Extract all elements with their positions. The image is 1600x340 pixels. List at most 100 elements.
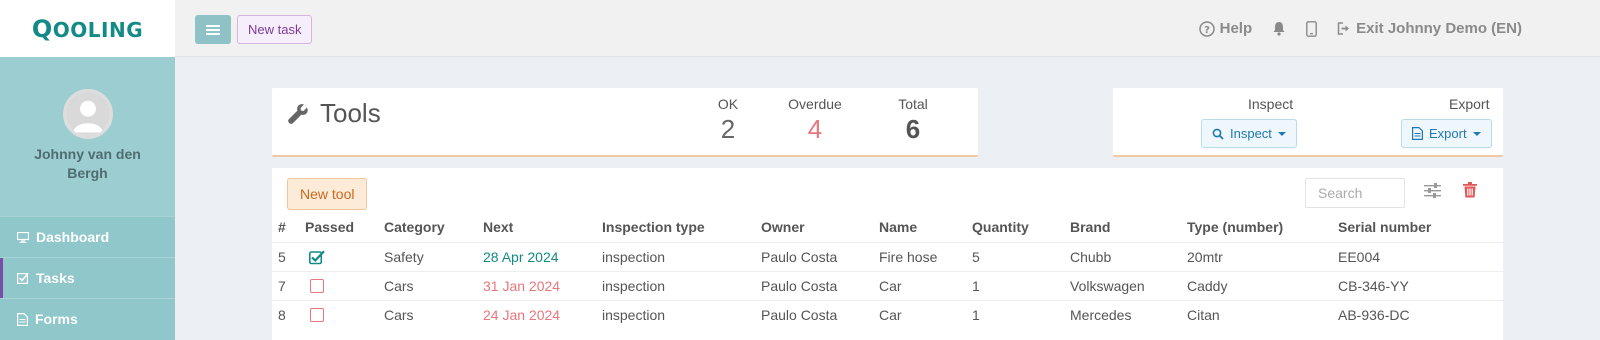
top-right-actions: ? Help Exit Johnny Demo (EN) <box>1198 0 1522 57</box>
user-silhouette-icon <box>65 92 110 136</box>
stat-overdue-label: Overdue <box>788 96 842 112</box>
sidebar-item-label: Tasks <box>36 270 75 286</box>
cell-serial: EE004 <box>1338 249 1381 265</box>
cell-serial: AB-936-DC <box>1338 307 1410 323</box>
table-header-row: # Passed Category Next Inspection type O… <box>272 212 1503 242</box>
search-input[interactable] <box>1305 178 1405 208</box>
logo-area[interactable]: QOOLING <box>0 0 175 57</box>
column-header[interactable]: Brand <box>1070 212 1110 242</box>
search-icon <box>1212 128 1224 140</box>
tools-summary-card: Tools OK 2 Overdue 4 Total 6 <box>272 88 978 157</box>
inspect-button-label: Inspect <box>1230 126 1272 141</box>
cell-inspection-type: inspection <box>602 307 666 323</box>
cell-owner: Paulo Costa <box>761 278 838 294</box>
cell-type: 20mtr <box>1187 249 1223 265</box>
table-row[interactable]: 5 Safety 28 Apr 2024 inspection Paulo Co… <box>272 242 1503 271</box>
cell-name: Car <box>879 307 902 323</box>
avatar[interactable] <box>62 89 113 139</box>
notifications-button[interactable] <box>1272 21 1286 36</box>
exit-label: Exit Johnny Demo (EN) <box>1356 20 1522 37</box>
column-header[interactable]: Serial number <box>1338 212 1431 242</box>
stat-ok: OK 2 <box>708 96 748 145</box>
user-profile: Johnny van den Bergh <box>0 57 175 216</box>
inspect-export-card: Inspect Inspect Export Export <box>1113 88 1503 157</box>
table-row[interactable]: 7 Cars 31 Jan 2024 inspection Paulo Cost… <box>272 271 1503 300</box>
user-name: Johnny van den Bergh <box>34 146 141 181</box>
column-settings-icon[interactable] <box>1424 183 1441 203</box>
app-logo[interactable]: QOOLING <box>32 15 143 43</box>
inspect-header: Inspect <box>1248 96 1294 112</box>
checkbox-icon <box>17 272 29 284</box>
cell-owner: Paulo Costa <box>761 249 838 265</box>
caret-down-icon <box>1277 131 1286 136</box>
cell-id: 5 <box>278 249 286 265</box>
column-header[interactable]: Next <box>483 212 513 242</box>
stat-ok-value[interactable]: 2 <box>708 114 748 145</box>
column-header[interactable]: Passed <box>305 212 354 242</box>
hamburger-icon <box>206 24 220 35</box>
unchecked-checkbox-icon[interactable] <box>310 308 324 322</box>
cell-brand: Volkswagen <box>1070 278 1145 294</box>
column-header[interactable]: Inspection type <box>602 212 705 242</box>
help-label: Help <box>1219 20 1253 37</box>
trash-icon[interactable] <box>1463 182 1477 203</box>
cell-brand: Chubb <box>1070 249 1112 265</box>
svg-text:?: ? <box>1204 25 1210 36</box>
cell-category: Cars <box>384 307 414 323</box>
checked-checkbox-icon[interactable] <box>309 249 325 265</box>
sidebar-item-label: Forms <box>35 311 78 327</box>
table-row[interactable]: 8 Cars 24 Jan 2024 inspection Paulo Cost… <box>272 300 1503 329</box>
export-header: Export <box>1449 96 1490 112</box>
stat-overdue-value[interactable]: 4 <box>780 114 850 145</box>
tools-table-panel: New tool # Passed Category Next Inspecti… <box>272 168 1503 340</box>
cell-quantity: 5 <box>972 249 980 265</box>
column-header[interactable]: Category <box>384 212 445 242</box>
cell-passed <box>305 272 324 300</box>
cell-next-date: 28 Apr 2024 <box>483 249 559 265</box>
cell-name: Fire hose <box>879 249 938 265</box>
document-icon <box>17 312 28 326</box>
caret-down-icon <box>1472 131 1481 136</box>
file-icon <box>1412 127 1423 140</box>
top-bar: New task ? Help Exit Johnny Demo (EN) <box>175 0 1600 57</box>
menu-toggle-button[interactable] <box>195 15 231 44</box>
sidebar-item-tasks[interactable]: Tasks <box>0 257 175 298</box>
wrench-icon <box>288 103 308 124</box>
export-dropdown-button[interactable]: Export <box>1401 119 1492 148</box>
cell-type: Citan <box>1187 307 1220 323</box>
cell-quantity: 1 <box>972 307 980 323</box>
new-task-button[interactable]: New task <box>237 15 313 44</box>
mobile-phone-icon <box>1306 20 1318 37</box>
cell-inspection-type: inspection <box>602 249 666 265</box>
cell-type: Caddy <box>1187 278 1228 294</box>
column-header[interactable]: Owner <box>761 212 805 242</box>
cell-passed <box>305 243 325 271</box>
new-tool-button[interactable]: New tool <box>287 178 368 210</box>
cell-brand: Mercedes <box>1070 307 1132 323</box>
inspect-dropdown-button[interactable]: Inspect <box>1201 119 1297 148</box>
export-button-label: Export <box>1429 126 1467 141</box>
cell-next-date: 31 Jan 2024 <box>483 278 561 294</box>
cell-passed <box>305 301 324 329</box>
column-header[interactable]: Name <box>879 212 917 242</box>
unchecked-checkbox-icon[interactable] <box>310 279 324 293</box>
help-link[interactable]: ? Help <box>1198 20 1253 37</box>
stat-overdue: Overdue 4 <box>780 96 850 145</box>
page-title: Tools <box>286 98 381 129</box>
column-header[interactable]: Type (number) <box>1187 212 1283 242</box>
cell-category: Cars <box>384 278 414 294</box>
page-title-text: Tools <box>320 98 381 128</box>
sign-out-icon <box>1337 22 1350 35</box>
column-header[interactable]: Quantity <box>972 212 1029 242</box>
stat-total-label: Total <box>898 96 928 112</box>
column-header[interactable]: # <box>278 212 286 242</box>
cell-inspection-type: inspection <box>602 278 666 294</box>
exit-demo-link[interactable]: Exit Johnny Demo (EN) <box>1337 20 1522 37</box>
cell-id: 8 <box>278 307 286 323</box>
sidebar-item-dashboard[interactable]: Dashboard <box>0 216 175 257</box>
stat-ok-label: OK <box>717 96 739 112</box>
sidebar-item-forms[interactable]: Forms <box>0 298 175 339</box>
mobile-device-button[interactable] <box>1306 20 1318 37</box>
sidebar: Johnny van den Bergh Dashboard Tasks For… <box>0 57 175 340</box>
stat-total-value[interactable]: 6 <box>888 114 938 145</box>
